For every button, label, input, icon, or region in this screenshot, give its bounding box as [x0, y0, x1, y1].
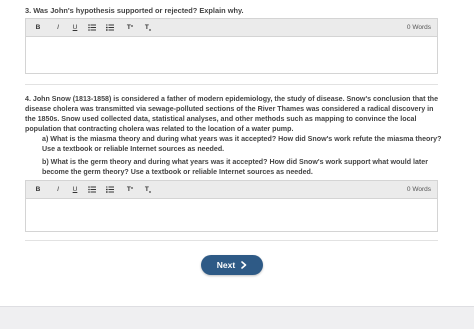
- superscript-button[interactable]: Tx: [123, 181, 137, 198]
- subscript-button[interactable]: Tx: [141, 19, 155, 36]
- underline-button[interactable]: U: [68, 19, 82, 36]
- bullet-list-icon: [88, 24, 96, 31]
- question-4-part-b: b) What is the germ theory and during wh…: [42, 158, 428, 176]
- superscript-button[interactable]: Tx: [123, 19, 137, 36]
- question-4-intro: 4. John Snow (1813-1858) is considered a…: [25, 95, 439, 133]
- numbered-list-button[interactable]: [103, 19, 117, 36]
- subscript-icon: x: [148, 27, 152, 32]
- question-4-editor: B I U Tx Tx 0 Words: [25, 180, 438, 232]
- section-divider: [25, 240, 438, 241]
- bold-button[interactable]: B: [31, 19, 45, 36]
- bold-button[interactable]: B: [31, 181, 45, 198]
- italic-button[interactable]: I: [51, 181, 65, 198]
- numbered-list-icon: [106, 24, 114, 31]
- next-button[interactable]: Next: [201, 255, 263, 275]
- subscript-button[interactable]: Tx: [141, 181, 155, 198]
- superscript-icon: x: [130, 23, 134, 28]
- word-count: 0 Words: [406, 186, 431, 193]
- word-count: 0 Words: [406, 24, 431, 31]
- bullet-list-icon: [88, 186, 96, 193]
- underline-button[interactable]: U: [68, 181, 82, 198]
- question-3-answer-input[interactable]: [26, 37, 437, 74]
- question-4-answer-input[interactable]: [26, 199, 437, 232]
- numbered-list-icon: [106, 186, 114, 193]
- question-4-toolbar: B I U Tx Tx 0 Words: [26, 181, 437, 199]
- italic-button[interactable]: I: [51, 19, 65, 36]
- question-3-editor: B I U Tx Tx 0 Words: [25, 18, 438, 74]
- numbered-list-button[interactable]: [103, 181, 117, 198]
- next-button-label: Next: [216, 260, 236, 270]
- footer-bar: [0, 306, 474, 329]
- subscript-icon: x: [148, 189, 152, 194]
- question-3-toolbar: B I U Tx Tx 0 Words: [26, 19, 437, 37]
- question-3-title: 3. Was John's hypothesis supported or re…: [25, 6, 244, 15]
- bullet-list-button[interactable]: [85, 19, 99, 36]
- section-divider: [25, 84, 438, 85]
- superscript-icon: x: [130, 185, 134, 190]
- bullet-list-button[interactable]: [85, 181, 99, 198]
- chevron-right-icon: [241, 261, 247, 269]
- question-4-part-a: a) What is the miasma theory and during …: [42, 135, 442, 153]
